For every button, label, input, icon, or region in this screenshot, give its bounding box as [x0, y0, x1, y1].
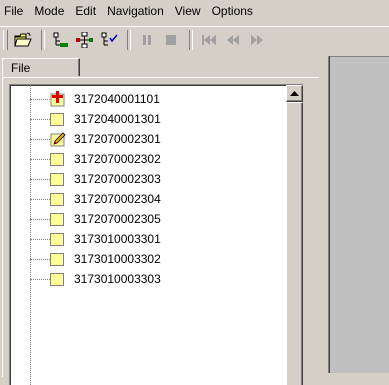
tree-item-label: 3172040001101	[74, 92, 160, 106]
tree-branch-line	[30, 119, 50, 120]
tree-item[interactable]: 3173010003301	[10, 229, 280, 249]
tree-branch-line	[30, 279, 50, 280]
tree-branch-line	[30, 199, 50, 200]
yellow-square-icon	[50, 171, 66, 187]
tree-check-icon	[101, 32, 118, 46]
yellow-square-icon	[50, 151, 66, 167]
toolbar	[0, 26, 389, 53]
yellow-square-icon	[50, 251, 66, 267]
toolbar-grip[interactable]	[3, 30, 8, 50]
tree-item[interactable]: 3172070002303	[10, 169, 280, 189]
yellow-square-icon	[50, 191, 66, 207]
file-tree[interactable]: 3172040001101 3172040001301 317207000230…	[9, 84, 303, 385]
tree-collapse-icon	[53, 32, 68, 47]
check-button[interactable]	[98, 29, 120, 51]
rewind-button[interactable]	[222, 29, 244, 51]
fast-forward-button[interactable]	[246, 29, 268, 51]
tree-network-icon	[76, 32, 93, 48]
toolbar-separator	[41, 30, 45, 50]
scroll-up-button[interactable]	[286, 85, 303, 102]
tree-item-label: 3172070002304	[74, 192, 161, 206]
tree-branch-line	[30, 239, 50, 240]
menu-options[interactable]: Options	[206, 0, 258, 22]
pause-button[interactable]	[136, 29, 158, 51]
tree-item[interactable]: 3172070002305	[10, 209, 280, 229]
tree-item-label: 3172070002302	[74, 152, 161, 166]
tree-item[interactable]: 3172070002304	[10, 189, 280, 209]
pencil-icon	[50, 132, 66, 147]
open-folder-icon	[14, 32, 32, 47]
tree-item[interactable]: 3172040001101	[10, 89, 280, 109]
tree-item[interactable]: 3172070002301	[10, 129, 280, 149]
tree-branch-line	[30, 159, 50, 160]
first-button[interactable]	[198, 29, 220, 51]
tree-branch-line	[30, 139, 50, 140]
tree-item-label: 3172070002305	[74, 212, 161, 226]
tree-branch-line	[30, 99, 50, 100]
network-button[interactable]	[74, 29, 96, 51]
tree-item-label: 3172040001301	[74, 112, 161, 126]
tab-file[interactable]: File	[2, 58, 80, 76]
file-panel: File 3172040001101 3172040001301 3172070…	[0, 56, 323, 385]
menu-mode[interactable]: Mode	[28, 0, 69, 22]
open-button[interactable]	[12, 29, 34, 51]
tree-branch-line	[30, 219, 50, 220]
arrow-up-icon	[290, 90, 299, 96]
stop-icon	[166, 35, 176, 45]
tree-branch-line	[30, 179, 50, 180]
red-plus-icon	[50, 91, 65, 107]
tree-branch-line	[30, 259, 50, 260]
tree-item-label: 3172070002303	[74, 172, 161, 186]
yellow-square-icon	[50, 231, 66, 247]
tree-item-label: 3172070002301	[74, 132, 161, 146]
collapse-button[interactable]	[50, 29, 72, 51]
menu-bar: File Mode Edit Navigation View Options	[0, 0, 389, 22]
toolbar-separator	[127, 30, 131, 50]
menu-navigation[interactable]: Navigation	[101, 0, 169, 22]
tree-item[interactable]: 3173010003302	[10, 249, 280, 269]
toolbar-separator	[189, 30, 193, 50]
pause-icon	[143, 35, 151, 45]
menu-file[interactable]: File	[0, 0, 28, 22]
yellow-square-icon	[50, 111, 66, 127]
stop-button[interactable]	[160, 29, 182, 51]
menu-edit[interactable]: Edit	[69, 0, 101, 22]
tree-item[interactable]: 3172040001301	[10, 109, 280, 129]
tree-item[interactable]: 3172070002302	[10, 149, 280, 169]
tree-item-label: 3173010003303	[74, 272, 161, 286]
yellow-square-icon	[50, 271, 66, 287]
scroll-thumb[interactable]	[286, 102, 303, 385]
first-icon	[202, 35, 216, 45]
content-panel	[329, 56, 389, 373]
menu-view[interactable]: View	[169, 0, 206, 22]
yellow-square-icon	[50, 211, 66, 227]
tree-item[interactable]: 3173010003303	[10, 269, 280, 289]
tree-scrollbar[interactable]	[286, 85, 303, 385]
tree-item-label: 3173010003302	[74, 252, 161, 266]
tree-item-label: 3173010003301	[74, 232, 161, 246]
rewind-icon	[227, 35, 239, 45]
fast-forward-icon	[251, 35, 263, 45]
